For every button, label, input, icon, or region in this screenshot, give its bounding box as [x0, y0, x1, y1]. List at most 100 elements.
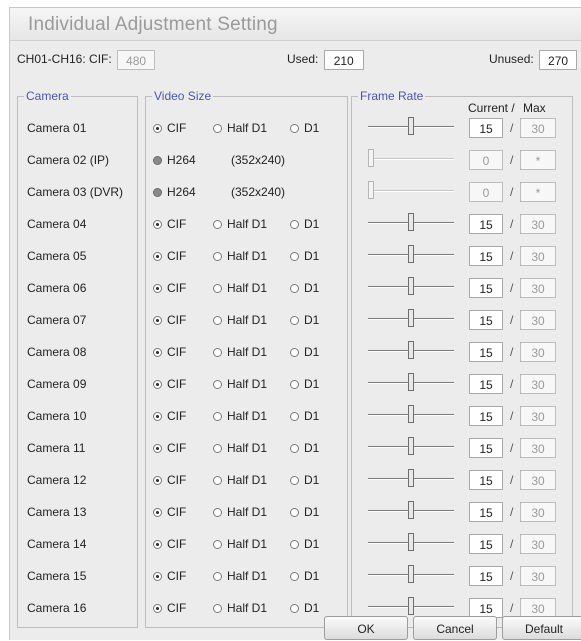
slider-thumb[interactable] — [408, 565, 414, 583]
frame-rate-slider[interactable] — [368, 533, 454, 553]
current-frame-rate-field[interactable]: 15 — [469, 310, 503, 330]
radio-circle-icon — [213, 315, 222, 325]
size-option-half-d1-radio[interactable]: Half D1 — [213, 217, 267, 231]
size-option-half-d1-radio[interactable]: Half D1 — [213, 441, 267, 455]
current-frame-rate-field[interactable]: 15 — [469, 278, 503, 298]
size-option-cif-radio[interactable]: CIF — [153, 377, 186, 391]
frame-rate-slider[interactable] — [368, 341, 454, 361]
size-option-cif-radio[interactable]: CIF — [153, 217, 186, 231]
frame-rate-slider[interactable] — [368, 373, 454, 393]
size-option-d1-radio[interactable]: D1 — [290, 377, 319, 391]
size-option-cif-radio[interactable]: CIF — [153, 505, 186, 519]
size-option-cif-radio[interactable]: CIF — [153, 409, 186, 423]
frame-rate-slider[interactable] — [368, 277, 454, 297]
max-frame-rate-field: 30 — [520, 342, 556, 362]
size-option-half-d1-radio[interactable]: Half D1 — [213, 569, 267, 583]
camera-name: Camera 03 (DVR) — [27, 185, 124, 199]
size-option-half-d1-radio[interactable]: Half D1 — [213, 345, 267, 359]
size-option-half-d1-radio[interactable]: Half D1 — [213, 121, 267, 135]
size-option-d1-radio[interactable]: D1 — [290, 505, 319, 519]
current-frame-rate-field[interactable]: 15 — [469, 118, 503, 138]
size-option-half-d1-radio[interactable]: Half D1 — [213, 409, 267, 423]
slider-thumb[interactable] — [408, 501, 414, 519]
size-option-label: Half D1 — [227, 537, 268, 551]
size-option-d1-radio[interactable]: D1 — [290, 345, 319, 359]
frame-rate-slider[interactable] — [368, 309, 454, 329]
size-option-cif-radio[interactable]: CIF — [153, 313, 186, 327]
size-option-d1-radio[interactable]: D1 — [290, 217, 319, 231]
slider-thumb[interactable] — [408, 373, 414, 391]
current-frame-rate-field[interactable]: 15 — [469, 214, 503, 234]
slider-thumb[interactable] — [408, 213, 414, 231]
size-option-cif-radio[interactable]: CIF — [153, 601, 186, 615]
current-frame-rate-field[interactable]: 15 — [469, 406, 503, 426]
size-option-cif-radio[interactable]: CIF — [153, 473, 186, 487]
default-button[interactable]: Default — [502, 616, 581, 640]
slider-thumb[interactable] — [408, 277, 414, 295]
current-frame-rate-field[interactable]: 15 — [469, 534, 503, 554]
current-frame-rate-field[interactable]: 15 — [469, 598, 503, 618]
slider-thumb[interactable] — [408, 309, 414, 327]
camera-name: Camera 14 — [27, 537, 87, 551]
frame-rate-slider[interactable] — [368, 597, 454, 617]
slider-thumb[interactable] — [408, 469, 414, 487]
size-option-half-d1-radio[interactable]: Half D1 — [213, 377, 267, 391]
size-option-d1-radio[interactable]: D1 — [290, 313, 319, 327]
size-option-half-d1-radio[interactable]: Half D1 — [213, 505, 267, 519]
size-option-half-d1-radio[interactable]: Half D1 — [213, 249, 267, 263]
size-option-label: D1 — [304, 537, 320, 551]
current-frame-rate-field[interactable]: 15 — [469, 502, 503, 522]
size-option-cif-radio[interactable]: CIF — [153, 569, 186, 583]
slider-thumb[interactable] — [408, 597, 414, 615]
slider-thumb[interactable] — [408, 533, 414, 551]
frame-rate-slider[interactable] — [368, 245, 454, 265]
size-option-d1-radio[interactable]: D1 — [290, 249, 319, 263]
slider-thumb[interactable] — [408, 117, 414, 135]
frame-rate-slider[interactable] — [368, 213, 454, 233]
size-option-cif-radio[interactable]: CIF — [153, 121, 186, 135]
slider-thumb[interactable] — [408, 341, 414, 359]
frame-rate-slider[interactable] — [368, 405, 454, 425]
size-option-label: Half D1 — [227, 569, 268, 583]
current-frame-rate-field[interactable]: 15 — [469, 342, 503, 362]
slider-thumb[interactable] — [408, 405, 414, 423]
size-option-d1-radio[interactable]: D1 — [290, 441, 319, 455]
current-frame-rate-field[interactable]: 15 — [469, 374, 503, 394]
size-option-label: D1 — [304, 217, 320, 231]
size-option-half-d1-radio[interactable]: Half D1 — [213, 313, 267, 327]
current-frame-rate-field[interactable]: 15 — [469, 470, 503, 490]
size-option-d1-radio[interactable]: D1 — [290, 281, 319, 295]
frame-rate-slider[interactable] — [368, 565, 454, 585]
frame-rate-slider[interactable] — [368, 469, 454, 489]
size-option-cif-radio[interactable]: CIF — [153, 345, 186, 359]
current-frame-rate-field[interactable]: 15 — [469, 246, 503, 266]
size-option-half-d1-radio[interactable]: Half D1 — [213, 601, 267, 615]
rate-separator: / — [510, 441, 514, 455]
frame-rate-slider[interactable] — [368, 437, 454, 457]
cancel-button[interactable]: Cancel — [413, 616, 497, 640]
slider-thumb[interactable] — [408, 437, 414, 455]
max-frame-rate-field: 30 — [520, 438, 556, 458]
size-option-d1-radio[interactable]: D1 — [290, 409, 319, 423]
size-option-cif-radio[interactable]: CIF — [153, 537, 186, 551]
size-option-half-d1-radio[interactable]: Half D1 — [213, 281, 267, 295]
size-option-d1-radio[interactable]: D1 — [290, 121, 319, 135]
frame-rate-slider[interactable] — [368, 501, 454, 521]
slider-thumb[interactable] — [408, 245, 414, 263]
size-option-label: D1 — [304, 377, 320, 391]
size-option-d1-radio[interactable]: D1 — [290, 601, 319, 615]
radio-circle-icon — [290, 123, 299, 133]
size-option-cif-radio[interactable]: CIF — [153, 441, 186, 455]
size-option-d1-radio[interactable]: D1 — [290, 537, 319, 551]
current-frame-rate-field[interactable]: 15 — [469, 566, 503, 586]
frame-rate-slider[interactable] — [368, 117, 454, 137]
size-option-half-d1-radio[interactable]: Half D1 — [213, 473, 267, 487]
size-option-cif-radio[interactable]: CIF — [153, 249, 186, 263]
camera-row: Camera 02 (IP) H264 (352x240) 0 / * — [0, 144, 581, 176]
size-option-half-d1-radio[interactable]: Half D1 — [213, 537, 267, 551]
size-option-d1-radio[interactable]: D1 — [290, 569, 319, 583]
ok-button[interactable]: OK — [324, 616, 408, 640]
size-option-cif-radio[interactable]: CIF — [153, 281, 186, 295]
current-frame-rate-field[interactable]: 15 — [469, 438, 503, 458]
size-option-d1-radio[interactable]: D1 — [290, 473, 319, 487]
